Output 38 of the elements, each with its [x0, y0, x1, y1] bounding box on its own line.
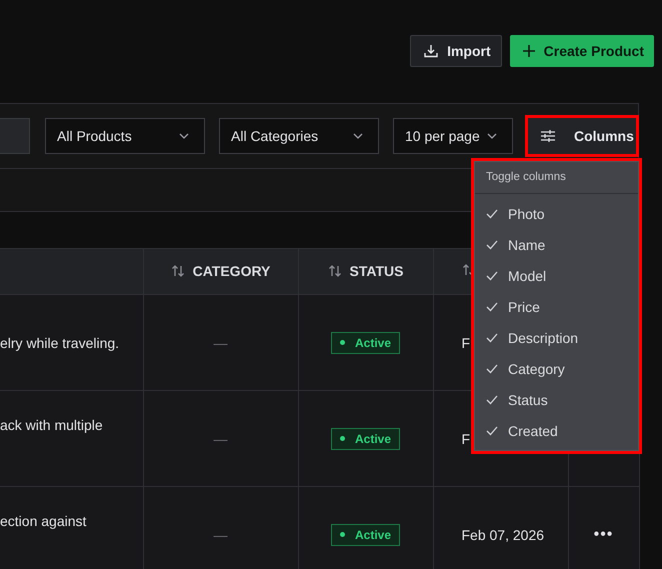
- column-toggle-item[interactable]: Model: [475, 260, 638, 291]
- date-text: F: [462, 430, 470, 446]
- filter-dropdown[interactable]: 10 per page: [393, 118, 513, 154]
- sliders-icon: [540, 129, 556, 143]
- filter-dropdown[interactable]: All Products: [45, 118, 205, 154]
- filter-dropdown[interactable]: All Categories: [219, 118, 379, 154]
- chevron-down-icon: [486, 132, 498, 140]
- status-badge: Active: [330, 332, 400, 354]
- sort-icon: [328, 264, 342, 278]
- empty-value: —: [214, 430, 228, 446]
- chevron-down-icon: [352, 132, 364, 140]
- column-toggle-item[interactable]: Description: [475, 322, 638, 353]
- description-text: elry while traveling.: [0, 334, 120, 350]
- more-actions-button[interactable]: •••: [594, 526, 614, 542]
- column-header[interactable]: STATUS: [328, 262, 404, 278]
- empty-value: —: [214, 526, 228, 542]
- date-text: F: [462, 334, 470, 350]
- column-toggle-item[interactable]: Category: [475, 353, 638, 384]
- columns-button[interactable]: Columns: [528, 118, 636, 154]
- description-text: ack with multiple: [0, 417, 103, 433]
- date-text: Feb 07, 2026: [462, 526, 544, 542]
- column-toggle-item[interactable]: Price: [475, 291, 638, 322]
- import-button[interactable]: Import: [410, 35, 502, 67]
- search-field[interactable]: [0, 118, 30, 154]
- empty-value: —: [214, 334, 228, 350]
- description-text: ection against: [0, 513, 86, 529]
- download-icon: [423, 43, 440, 59]
- status-badge: Active: [330, 428, 400, 450]
- create-product-button[interactable]: Create Product: [510, 35, 654, 67]
- column-toggle-item[interactable]: Name: [475, 229, 638, 260]
- chevron-down-icon: [178, 132, 190, 140]
- status-badge: Active: [330, 524, 400, 546]
- column-toggle-item[interactable]: Status: [475, 384, 638, 415]
- column-toggle-item[interactable]: Photo: [475, 198, 638, 229]
- sort-icon: [170, 264, 185, 278]
- menu-title: Toggle columns: [475, 162, 638, 194]
- column-toggle-item[interactable]: Created: [475, 415, 638, 446]
- plus-icon: [522, 44, 536, 58]
